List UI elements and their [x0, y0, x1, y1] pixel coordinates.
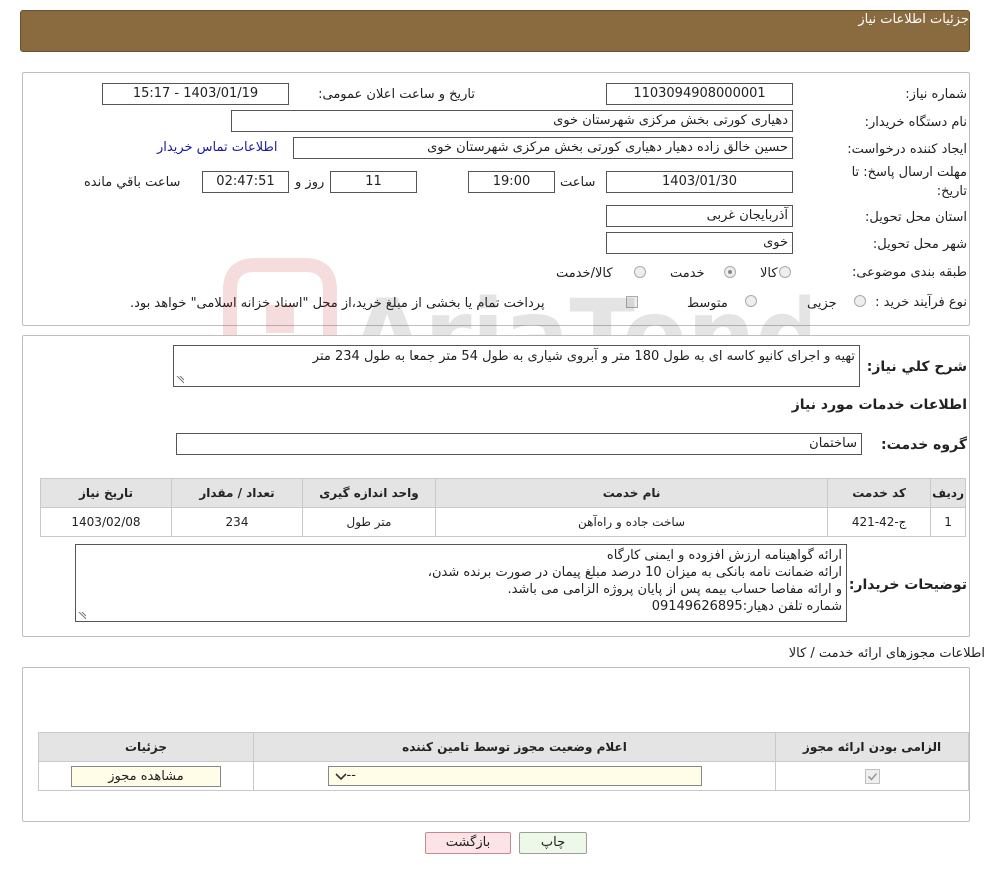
deadline-time-label: ساعت — [560, 175, 596, 190]
creator-label: ایجاد کننده درخواست: — [847, 142, 967, 157]
permit-required-checkbox[interactable] — [864, 768, 880, 784]
cell-service-code: ج-42-421 — [827, 507, 932, 537]
table-row: 1 ج-42-421 ساخت جاده و راه‌آهن متر طول 2… — [40, 507, 966, 537]
service-group-label: گروه خدمت: — [881, 437, 967, 453]
buyer-notes-line: ارائه گواهینامه ارزش افزوده و ایمنی کارگ… — [606, 548, 842, 563]
announce-datetime-field: 1403/01/19 - 15:17 — [102, 83, 289, 105]
permit-status-value: -- — [346, 768, 356, 783]
col-row-number: رديف — [930, 478, 966, 508]
deadline-date-field: 1403/01/30 — [606, 171, 793, 193]
general-description-text: تهیه و اجرای کانیو کاسه ای به طول 180 مت… — [312, 349, 855, 364]
permits-table-header: الزامی بودن ارائه مجوز اعلام وضعیت مجوز … — [38, 732, 969, 762]
permits-title: اطلاعات مجوزهای ارائه خدمت / کالا — [788, 646, 985, 661]
check-icon — [867, 772, 877, 781]
cell-permit-required — [775, 761, 969, 791]
days-field: 11 — [330, 171, 417, 193]
col-permit-status: اعلام وضعیت مجوز توسط تامین کننده — [253, 732, 776, 762]
city-label: شهر محل تحویل: — [872, 237, 967, 252]
buyer-notes-line: شماره تلفن دهیار:09149626895 — [651, 599, 842, 614]
days-label: روز و — [295, 175, 325, 190]
cell-permit-details: مشاهده مجوز — [38, 761, 254, 791]
col-need-date: تاریخ نیاز — [40, 478, 172, 508]
category-label: طبقه بندی موضوعی: — [851, 265, 967, 280]
table-row: -- مشاهده مجوز — [38, 761, 969, 791]
buyer-notes-line: ارائه ضمانت نامه بانکی به میزان 10 درصد … — [427, 565, 842, 580]
buyer-contact-link[interactable]: اطلاعات تماس خریدار — [157, 140, 277, 155]
cell-need-date: 1403/02/08 — [40, 507, 172, 537]
process-label: نوع فرآیند خرید : — [875, 295, 967, 310]
buyer-notes-textarea[interactable]: ارائه گواهینامه ارزش افزوده و ایمنی کارگ… — [75, 544, 847, 622]
buyer-notes-label: توضیحات خریدار: — [848, 577, 967, 593]
cell-row-number: 1 — [930, 507, 966, 537]
process-radio-minor[interactable] — [854, 295, 866, 307]
permits-table: الزامی بودن ارائه مجوز اعلام وضعیت مجوز … — [38, 732, 969, 791]
cell-unit: متر طول — [302, 507, 436, 537]
resize-handle-icon[interactable] — [176, 376, 184, 384]
cell-permit-status: -- — [253, 761, 776, 791]
creator-field: حسین خالق زاده دهیار دهیاری کورتی بخش مر… — [293, 137, 793, 159]
general-description-label: شرح کلي نياز: — [866, 359, 967, 375]
remaining-time-field: 02:47:51 — [202, 171, 289, 193]
col-permit-required: الزامی بودن ارائه مجوز — [775, 732, 969, 762]
resize-handle-icon[interactable] — [78, 612, 86, 620]
page-header — [20, 10, 970, 52]
cell-service-name: ساخت جاده و راه‌آهن — [434, 507, 829, 537]
buyer-notes-line: و ارائه مفاصا حساب بیمه پس از پایان پروژ… — [507, 582, 842, 597]
need-number-label: شماره نیاز: — [905, 87, 967, 102]
services-table: رديف کد خدمت نام خدمت واحد اندازه گیری ت… — [40, 478, 966, 537]
col-quantity: تعداد / مقدار — [171, 478, 303, 508]
view-permit-button[interactable]: مشاهده مجوز — [71, 765, 221, 787]
chevron-down-icon — [334, 773, 347, 781]
remaining-label: ساعت باقي مانده — [84, 175, 181, 190]
buyer-org-label: نام دستگاه خریدار: — [864, 115, 967, 130]
buyer-org-field: دهیاری کورتی بخش مرکزی شهرستان خوی — [231, 110, 793, 132]
general-description-textarea[interactable]: تهیه و اجرای کانیو کاسه ای به طول 180 مت… — [173, 345, 860, 387]
need-number-field: 1103094908000001 — [606, 83, 793, 105]
service-group-field: ساختمان — [176, 433, 862, 455]
cell-quantity: 234 — [171, 507, 303, 537]
page-title: جزئیات اطلاعات نیاز — [858, 12, 969, 27]
deadline-label: مهلت ارسال پاسخ: تا — [851, 165, 967, 180]
deadline-time-field: 19:00 — [468, 171, 555, 193]
back-button[interactable]: بازگشت — [425, 832, 511, 854]
process-option-minor: جزیی — [807, 296, 837, 311]
announce-label: تاریخ و ساعت اعلان عمومی: — [318, 87, 475, 102]
services-table-header: رديف کد خدمت نام خدمت واحد اندازه گیری ت… — [40, 478, 966, 508]
col-permit-details: جزئیات — [38, 732, 254, 762]
print-button[interactable]: چاپ — [519, 832, 587, 854]
col-unit: واحد اندازه گیری — [302, 478, 436, 508]
col-service-name: نام خدمت — [434, 478, 829, 508]
col-service-code: کد خدمت — [827, 478, 932, 508]
deadline-label-date: تاریخ: — [936, 184, 967, 199]
services-info-title: اطلاعات خدمات مورد نياز — [791, 397, 967, 413]
province-field: آذربایجان غربی — [606, 205, 793, 227]
province-label: استان محل تحویل: — [865, 210, 967, 225]
permit-status-select[interactable]: -- — [327, 766, 702, 786]
